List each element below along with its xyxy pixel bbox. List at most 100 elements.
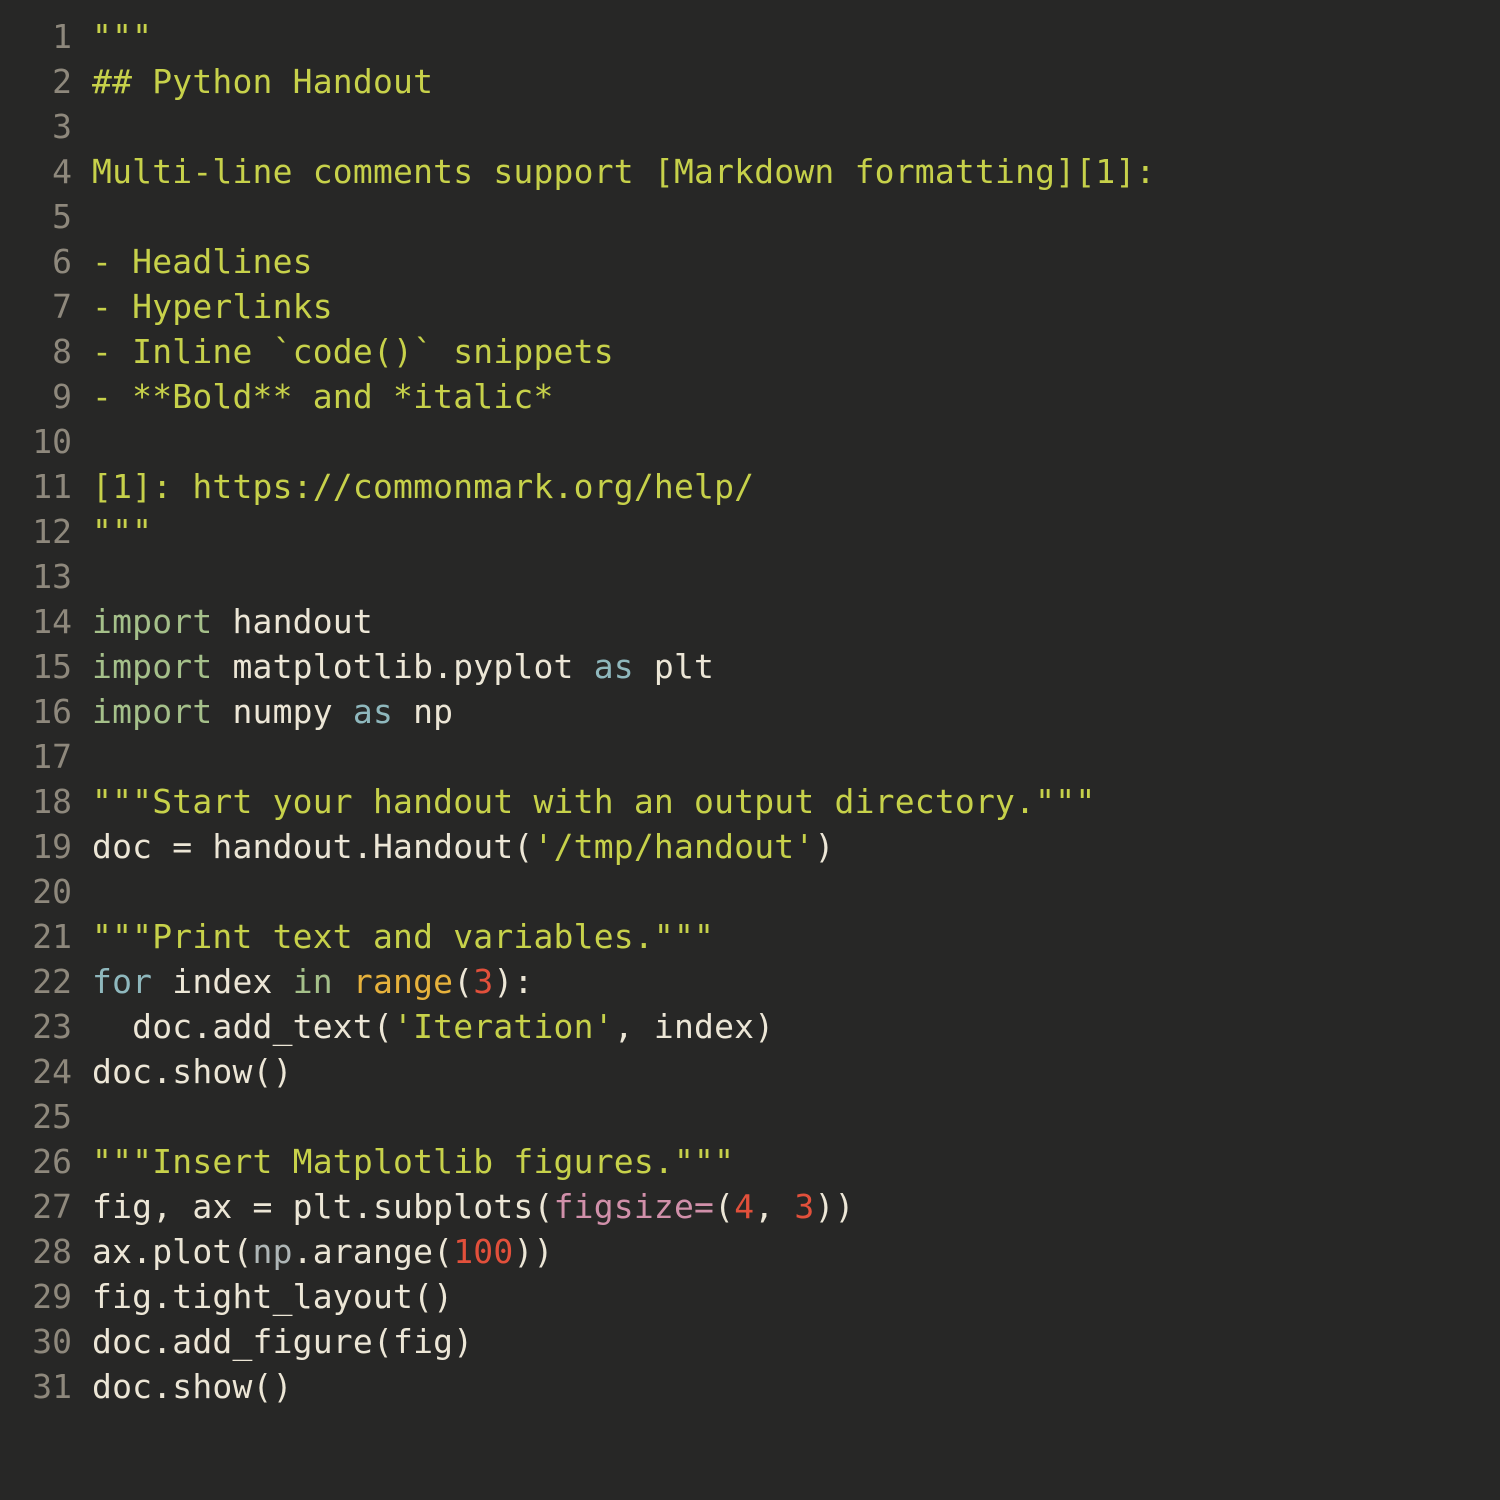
code-line-content[interactable]: Multi-line comments support [Markdown fo…: [72, 149, 1156, 194]
code-lines-container[interactable]: 1 """ 2 ## Python Handout 3 4 Multi-line comm…: [0, 14, 1500, 1409]
code-line-content[interactable]: ax.plot(np.arange(100)): [72, 1229, 554, 1274]
code-token-keyword: for: [92, 962, 153, 1001]
line-number: 21: [32, 917, 72, 956]
code-line-content[interactable]: [72, 734, 112, 779]
code-token-plain: , index): [613, 1007, 775, 1046]
code-line[interactable]: 3: [0, 104, 1500, 149]
code-line[interactable]: 20: [0, 869, 1500, 914]
code-token-comment: - **Bold** and *italic*: [92, 377, 554, 416]
code-token-plain: handout: [212, 602, 373, 641]
code-token-plain: matplotlib.pyplot: [212, 647, 594, 686]
code-line-content[interactable]: [72, 194, 112, 239]
code-line-content[interactable]: - Hyperlinks: [72, 284, 333, 329]
line-number: 24: [32, 1052, 72, 1091]
code-line-content[interactable]: [1]: https://commonmark.org/help/: [72, 464, 754, 509]
code-line-content[interactable]: import numpy as np: [72, 689, 453, 734]
code-line[interactable]: 30 doc.add_figure(fig): [0, 1319, 1500, 1364]
code-line[interactable]: 2 ## Python Handout: [0, 59, 1500, 104]
code-token-comment: ## Python Handout: [92, 62, 434, 101]
code-line-content[interactable]: doc = handout.Handout('/tmp/handout'): [72, 824, 835, 869]
code-token-keyword_green: in: [292, 962, 333, 1001]
code-line[interactable]: 9 - **Bold** and *italic*: [0, 374, 1500, 419]
code-line-content[interactable]: [72, 419, 112, 464]
code-line-content[interactable]: doc.show(): [72, 1364, 293, 1409]
code-line[interactable]: 10: [0, 419, 1500, 464]
code-token-plain: index: [152, 962, 293, 1001]
code-line-content[interactable]: import handout: [72, 599, 373, 644]
code-token-plain: ax.plot(: [92, 1232, 253, 1271]
line-number: 15: [32, 647, 72, 686]
code-token-number: 4: [734, 1187, 755, 1226]
line-number: 18: [32, 782, 72, 821]
code-line-content[interactable]: [72, 1094, 112, 1139]
code-line-content[interactable]: - **Bold** and *italic*: [72, 374, 554, 419]
code-line[interactable]: 26 """Insert Matplotlib figures.""": [0, 1139, 1500, 1184]
code-line-content[interactable]: fig, ax = plt.subplots(figsize=(4, 3)): [72, 1184, 855, 1229]
line-number: 20: [32, 872, 72, 911]
code-line-content[interactable]: """Print text and variables.""": [72, 914, 714, 959]
line-number: 8: [52, 332, 72, 371]
code-line[interactable]: 7 - Hyperlinks: [0, 284, 1500, 329]
code-line[interactable]: 4 Multi-line comments support [Markdown f…: [0, 149, 1500, 194]
code-line[interactable]: 31 doc.show(): [0, 1364, 1500, 1409]
code-line[interactable]: 21 """Print text and variables.""": [0, 914, 1500, 959]
code-token-plain: np: [393, 692, 454, 731]
code-token-number: 100: [453, 1232, 514, 1271]
code-line-content[interactable]: fig.tight_layout(): [72, 1274, 453, 1319]
code-line[interactable]: 8 - Inline `code()` snippets: [0, 329, 1500, 374]
line-number: 16: [32, 692, 72, 731]
line-number: 3: [52, 107, 72, 146]
line-number: 2: [52, 62, 72, 101]
code-line-content[interactable]: """: [72, 14, 152, 59]
code-line-content[interactable]: - Headlines: [72, 239, 313, 284]
code-editor[interactable]: 1 """ 2 ## Python Handout 3 4 Multi-line comm…: [0, 0, 1500, 1500]
code-line[interactable]: 14 import handout: [0, 599, 1500, 644]
code-token-string: 'Iteration': [393, 1007, 614, 1046]
code-line[interactable]: 6 - Headlines: [0, 239, 1500, 284]
line-number: 26: [32, 1142, 72, 1181]
code-line-content[interactable]: [72, 869, 112, 914]
code-line-content[interactable]: """: [72, 509, 152, 554]
code-token-builtin: range: [352, 962, 454, 1001]
code-token-plain: numpy: [212, 692, 353, 731]
code-line[interactable]: 28 ax.plot(np.arange(100)): [0, 1229, 1500, 1274]
code-line-content[interactable]: doc.show(): [72, 1049, 293, 1094]
code-line[interactable]: 15 import matplotlib.pyplot as plt: [0, 644, 1500, 689]
code-line-content[interactable]: [72, 554, 112, 599]
code-token-plain: ,: [754, 1187, 795, 1226]
code-line[interactable]: 18 """Start your handout with an output d…: [0, 779, 1500, 824]
code-line-content[interactable]: import matplotlib.pyplot as plt: [72, 644, 714, 689]
code-line-content[interactable]: ## Python Handout: [72, 59, 433, 104]
code-line-content[interactable]: - Inline `code()` snippets: [72, 329, 614, 374]
code-line-content[interactable]: [72, 104, 112, 149]
line-number: 11: [32, 467, 72, 506]
code-line[interactable]: 13: [0, 554, 1500, 599]
code-line[interactable]: 25: [0, 1094, 1500, 1139]
line-number: 10: [32, 422, 72, 461]
code-line[interactable]: 23 doc.add_text('Iteration', index): [0, 1004, 1500, 1049]
code-line[interactable]: 27 fig, ax = plt.subplots(figsize=(4, 3)): [0, 1184, 1500, 1229]
line-number: 30: [32, 1322, 72, 1361]
code-line[interactable]: 29 fig.tight_layout(): [0, 1274, 1500, 1319]
code-line[interactable]: 22 for index in range(3):: [0, 959, 1500, 1004]
code-line-content[interactable]: """Insert Matplotlib figures.""": [72, 1139, 734, 1184]
code-line[interactable]: 11 [1]: https://commonmark.org/help/: [0, 464, 1500, 509]
line-number: 14: [32, 602, 72, 641]
code-token-keyword: as: [352, 692, 394, 731]
code-line[interactable]: 12 """: [0, 509, 1500, 554]
code-token-comment: - Hyperlinks: [92, 287, 333, 326]
code-token-comment: """Insert Matplotlib figures.""": [92, 1142, 735, 1181]
code-line-content[interactable]: doc.add_text('Iteration', index): [72, 1004, 774, 1049]
code-line[interactable]: 1 """: [0, 14, 1500, 59]
code-line[interactable]: 16 import numpy as np: [0, 689, 1500, 734]
code-line[interactable]: 19 doc = handout.Handout('/tmp/handout'): [0, 824, 1500, 869]
code-line-content[interactable]: doc.add_figure(fig): [72, 1319, 473, 1364]
code-token-plain: doc = handout.Handout(: [92, 827, 534, 866]
code-line[interactable]: 24 doc.show(): [0, 1049, 1500, 1094]
code-line[interactable]: 17: [0, 734, 1500, 779]
code-line-content[interactable]: for index in range(3):: [72, 959, 534, 1004]
code-line[interactable]: 5: [0, 194, 1500, 239]
code-token-comment: - Headlines: [92, 242, 313, 281]
code-line-content[interactable]: """Start your handout with an output dir…: [72, 779, 1095, 824]
